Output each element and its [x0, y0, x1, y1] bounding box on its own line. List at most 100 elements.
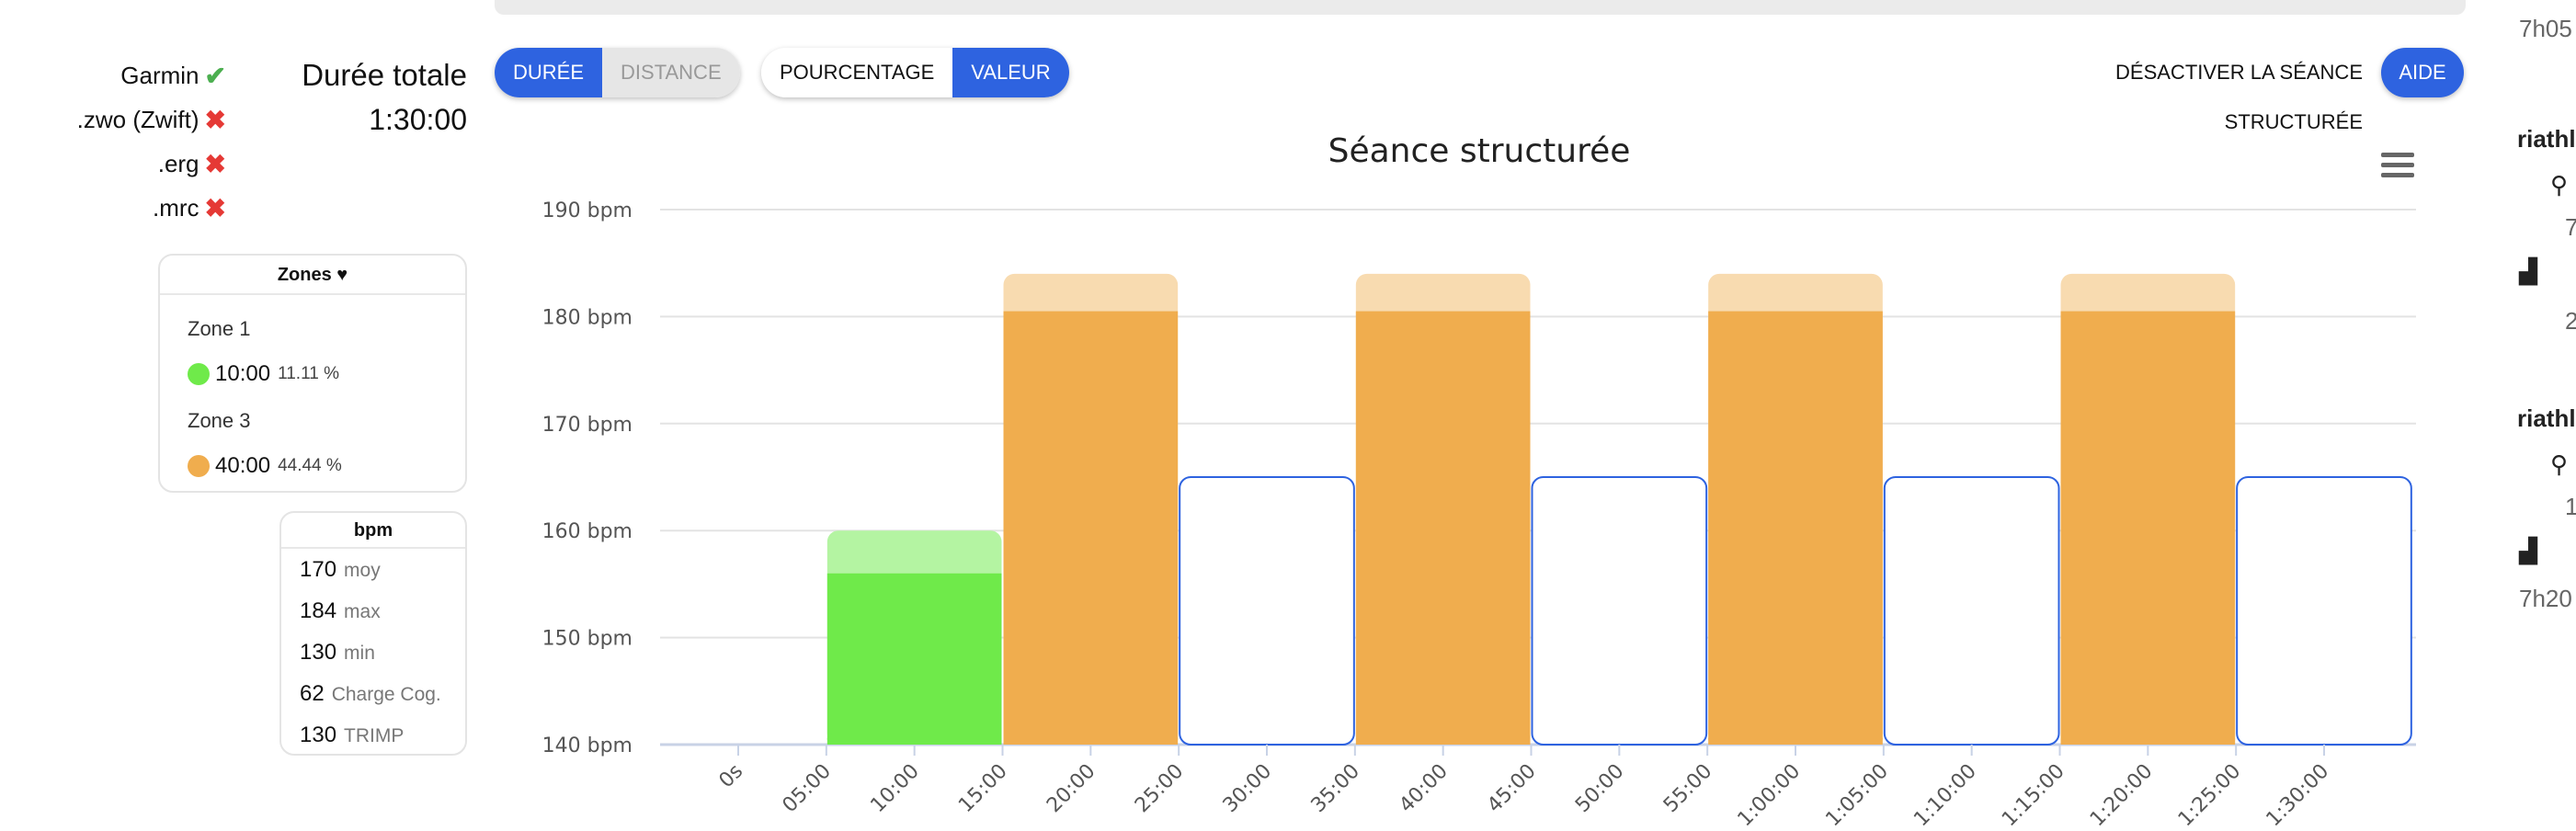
right-panel-text: riathlo [2517, 125, 2576, 153]
heart-icon: ♥ [336, 265, 348, 285]
unit-value-button[interactable]: VALEUR [952, 48, 1069, 97]
stat-key: min [344, 643, 375, 664]
x-tick-label: 10:00 [866, 760, 924, 818]
right-panel-content: 7h05 - riathlo ⚲ 7 ▟ 2 riathl ⚲ 1 ▟ 7h20… [2517, 0, 2576, 831]
bike-icon: ⚲ [2550, 450, 2569, 478]
bar-bottom [2060, 734, 2236, 745]
x-tick-label: 1:20:00 [2086, 760, 2158, 831]
export-zwo[interactable]: .zwo (Zwift) ✖ [55, 97, 226, 142]
deactivate-structured-session-link[interactable]: DÉSACTIVER LA SÉANCE STRUCTURÉE [1977, 48, 2363, 133]
right-panel-text: riathl [2517, 404, 2576, 432]
zones-card: Zones ♥ Zone 1 10:00 11.11 % Zone 3 40:0… [158, 254, 467, 493]
chart-container: Séance structurée 140 bpm 150 bpm 160 bpm 17… [495, 120, 2466, 831]
stat-value: 170 [300, 557, 337, 582]
zone-percent: 11.11 % [278, 364, 339, 383]
stat-value: 184 [300, 598, 337, 623]
x-tick-label: 25:00 [1131, 760, 1189, 818]
mode-duration-button[interactable]: DURÉE [495, 48, 603, 97]
bar [1708, 311, 1883, 745]
stat-row: 170 moy [281, 549, 465, 590]
zone-time: 40:00 [215, 453, 271, 478]
x-tick-label: 1:25:00 [2174, 760, 2246, 831]
stat-row: 130 TRIMP [281, 714, 465, 756]
x-tick-label: 15:00 [954, 760, 1012, 818]
rest-bar [1531, 476, 1708, 746]
bpm-card-title: bpm [281, 513, 465, 549]
stat-key: Charge Cog. [331, 684, 441, 705]
bar-bottom [826, 734, 1002, 745]
mode-distance-button[interactable]: DISTANCE [602, 48, 740, 97]
rest-bar [1179, 476, 1355, 746]
y-tick-label: 180 bpm [542, 306, 633, 329]
zone-name: Zone 1 [188, 317, 251, 340]
chart-title: Séance structurée [1328, 132, 1631, 170]
export-mrc[interactable]: .mrc ✖ [55, 186, 226, 230]
unit-percentage-button[interactable]: POURCENTAGE [761, 48, 953, 97]
x-tick-label: 1:05:00 [1821, 760, 1893, 831]
total-duration-label: Durée totale [302, 58, 467, 92]
export-list: Garmin ✔ .zwo (Zwift) ✖ .erg ✖ .mrc ✖ [55, 53, 226, 230]
x-tick-label: 40:00 [1395, 760, 1453, 818]
unit-toggle: POURCENTAGE VALEUR [761, 48, 1069, 97]
rest-bar [2236, 476, 2412, 746]
stat-value: 130 [300, 640, 337, 665]
export-erg[interactable]: .erg ✖ [55, 142, 226, 186]
x-tick-label: 20:00 [1043, 760, 1100, 818]
y-tick-label: 170 bpm [542, 414, 633, 437]
stat-value: 62 [300, 681, 325, 706]
zones-card-title: Zones ♥ [160, 256, 465, 295]
stat-row: 130 min [281, 632, 465, 673]
cross-icon: ✖ [204, 105, 226, 134]
bar [826, 573, 1002, 745]
stat-value: 130 [300, 723, 337, 747]
x-tick-label: 50:00 [1571, 760, 1629, 818]
export-label: Garmin [120, 61, 199, 89]
right-panel-text: 7h20 - [2519, 585, 2576, 612]
bar-bottom [1003, 734, 1179, 745]
right-panel-text: 2 [2565, 307, 2576, 335]
check-icon: ✔ [204, 61, 226, 90]
stat-row: 184 max [281, 590, 465, 632]
y-tick-label: 160 bpm [542, 520, 633, 543]
total-duration: Durée totale 1:30:00 [276, 53, 467, 142]
x-tick-label: 1:30:00 [2263, 760, 2334, 831]
page: Garmin ✔ .zwo (Zwift) ✖ .erg ✖ .mrc ✖ Du… [0, 0, 2576, 831]
zone-color-dot [188, 363, 210, 385]
zone-percent: 44.44 % [278, 456, 342, 475]
bar [1003, 311, 1179, 745]
total-duration-value: 1:30:00 [369, 103, 467, 136]
export-label: .mrc [152, 193, 199, 222]
export-label: .zwo (Zwift) [76, 105, 199, 133]
help-button[interactable]: AIDE [2381, 48, 2464, 97]
shoe-icon: ▟ [2519, 537, 2537, 564]
zone-item: Zone 1 10:00 11.11 % [160, 317, 465, 387]
chart-menu-icon[interactable] [2381, 153, 2414, 178]
right-panel-text: 1 [2565, 493, 2576, 520]
y-tick-label: 190 bpm [542, 199, 633, 222]
top-bar [495, 0, 2466, 15]
export-garmin[interactable]: Garmin ✔ [55, 53, 226, 97]
bar-bottom [1355, 734, 1531, 745]
mode-toggle: DURÉE DISTANCE [495, 48, 740, 97]
cross-icon: ✖ [204, 149, 226, 178]
y-tick-label: 140 bpm [542, 734, 633, 757]
export-label: .erg [157, 149, 199, 177]
shoe-icon: ▟ [2519, 257, 2537, 285]
bpm-card: bpm 170 moy 184 max 130 min 62 Charge Cog. 1… [279, 511, 467, 756]
x-tick-label: 45:00 [1483, 760, 1541, 818]
right-panel-text: 7 [2565, 213, 2576, 241]
x-tick-label: 1:10:00 [1909, 760, 1981, 831]
bar [2060, 311, 2236, 745]
rest-bar [1883, 476, 2060, 746]
right-side-panel: 7h05 - riathlo ⚲ 7 ▟ 2 riathl ⚲ 1 ▟ 7h20… [2517, 0, 2576, 831]
x-tick-label: 1:00:00 [1734, 760, 1806, 831]
zone-name: Zone 3 [188, 409, 251, 432]
y-tick-label: 150 bpm [542, 628, 633, 651]
x-tick-label: 35:00 [1307, 760, 1365, 818]
stat-key: TRIMP [344, 725, 405, 746]
zone-item: Zone 3 40:00 44.44 % [160, 409, 465, 479]
stat-key: max [344, 601, 381, 622]
right-panel-text: 7h05 - [2519, 15, 2576, 42]
zone-time: 10:00 [215, 361, 271, 386]
x-tick-label: 55:00 [1659, 760, 1717, 818]
